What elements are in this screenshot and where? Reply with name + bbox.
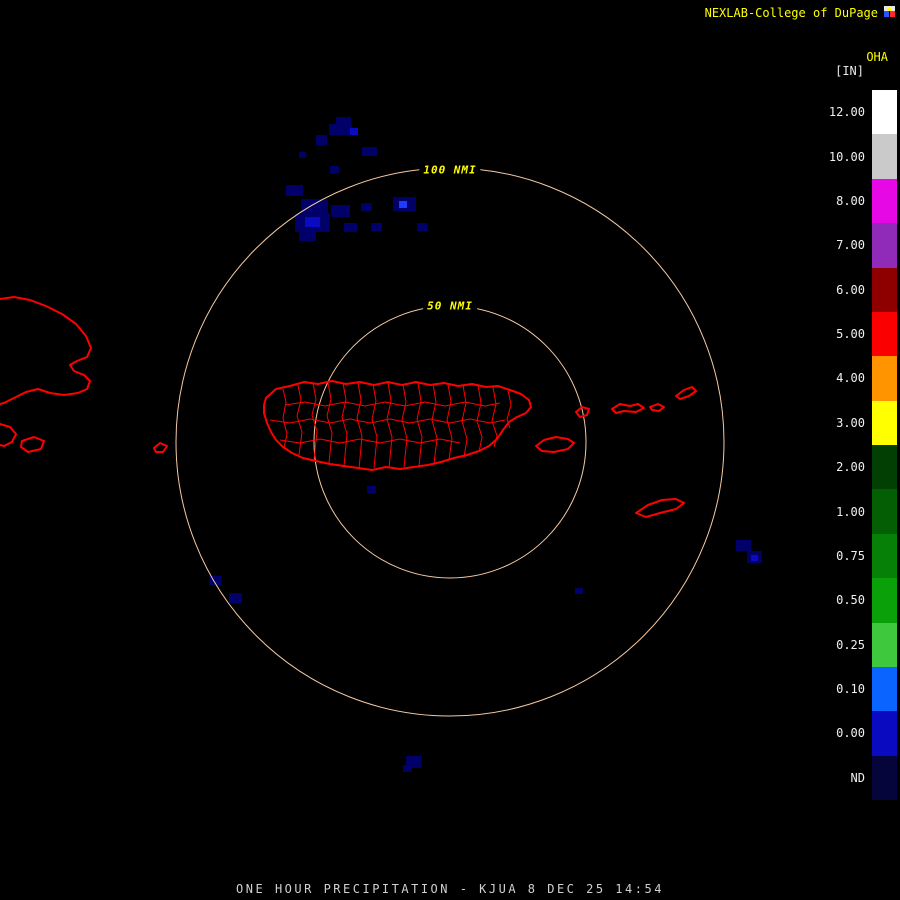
legend-entry-label: 8.00	[836, 193, 865, 208]
puerto-rico-outline	[263, 380, 532, 471]
st-croix-outline	[635, 498, 685, 518]
precipitation-echoes	[209, 117, 762, 772]
legend-entry-swatch	[872, 445, 897, 490]
legend-entry: 0.25	[807, 622, 897, 667]
legend-entry-label: 0.25	[836, 637, 865, 652]
legend-entry-label: 1.00	[836, 504, 865, 519]
legend-entry-label: 12.00	[828, 105, 865, 120]
st-john-outline	[649, 403, 665, 412]
attribution-text: NEXLAB-College of DuPage	[704, 6, 878, 20]
legend-entry-label: 7.00	[836, 238, 865, 253]
legend-entry-label: ND	[850, 770, 865, 785]
legend-entry-swatch	[872, 90, 897, 135]
legend-entry-label: 2.00	[836, 460, 865, 475]
legend-entry: 8.00	[807, 178, 897, 224]
legend-entry: 3.00	[807, 400, 897, 445]
legend-entry-label: 6.00	[836, 282, 865, 297]
legend-entry-label: 4.00	[836, 371, 865, 386]
legend-entry-swatch	[872, 622, 897, 667]
legend-entry: 5.00	[807, 311, 897, 357]
legend-entry-label: 5.00	[836, 327, 865, 342]
legend-entry: ND	[807, 755, 897, 800]
radar-display: 100 NMI 50 NMI NEXLAB-College of DuPage …	[0, 0, 900, 900]
legend-entry-label: 10.00	[828, 149, 865, 164]
legend-entry-swatch	[872, 711, 897, 756]
legend-entry-label: 0.75	[836, 548, 865, 563]
legend-entry: 6.00	[807, 267, 897, 312]
legend-entry: 10.00	[807, 134, 897, 179]
hispaniola-coastline-south	[0, 423, 17, 447]
radar-map	[0, 117, 762, 772]
legend-product-code: OHA	[866, 50, 888, 64]
legend-entry-label: 0.00	[836, 726, 865, 741]
legend-entry-swatch	[872, 134, 897, 179]
legend-entry-label: 0.10	[836, 682, 865, 697]
legend-scale: 12.00 10.00 8.00 7.00 6.00 5.00 4.00 3.00 2.00 1.…	[807, 90, 897, 800]
legend-entry-label: 3.00	[836, 415, 865, 430]
legend-entry-swatch	[872, 755, 897, 800]
legend-entry-swatch	[872, 666, 897, 712]
range-ring-50nmi	[313, 305, 587, 579]
range-rings	[175, 167, 725, 717]
legend-entry: 0.75	[807, 533, 897, 579]
range-ring-100nmi	[175, 167, 725, 717]
legend-entry-swatch	[872, 533, 897, 579]
legend-entry: 0.00	[807, 711, 897, 756]
legend-entry: 12.00	[807, 90, 897, 135]
tortola-outline	[675, 386, 697, 400]
legend-entry: 0.10	[807, 666, 897, 712]
range-ring-label-100nmi: 100 NMI	[419, 163, 481, 177]
mona-island-outline	[153, 442, 168, 453]
legend-entry: 7.00	[807, 223, 897, 268]
legend-entry-label: 0.50	[836, 593, 865, 608]
vieques-outline	[535, 436, 575, 453]
legend-entry-swatch	[872, 400, 897, 445]
legend-entry-swatch	[872, 356, 897, 401]
legend-entry: 0.50	[807, 578, 897, 623]
legend-entry-swatch	[872, 223, 897, 268]
municipality-boundaries	[269, 382, 512, 470]
hispaniola-coastline	[0, 296, 92, 405]
coastlines	[0, 296, 697, 518]
legend-entry-swatch	[872, 267, 897, 312]
st-thomas-outline	[611, 403, 645, 414]
legend-entry-swatch	[872, 311, 897, 357]
legend-entry: 2.00	[807, 445, 897, 490]
legend-entry: 4.00	[807, 356, 897, 401]
product-caption: ONE HOUR PRECIPITATION - KJUA 8 DEC 25 1…	[236, 882, 664, 896]
legend-entry: 1.00	[807, 489, 897, 534]
range-ring-label-50nmi: 50 NMI	[423, 299, 477, 313]
nexlab-logo-icon	[882, 4, 897, 19]
saona-island-outline	[20, 436, 45, 453]
legend-units: [IN]	[835, 64, 864, 78]
legend-entry-swatch	[872, 178, 897, 224]
legend-entry-swatch	[872, 578, 897, 623]
legend-entry-swatch	[872, 489, 897, 534]
